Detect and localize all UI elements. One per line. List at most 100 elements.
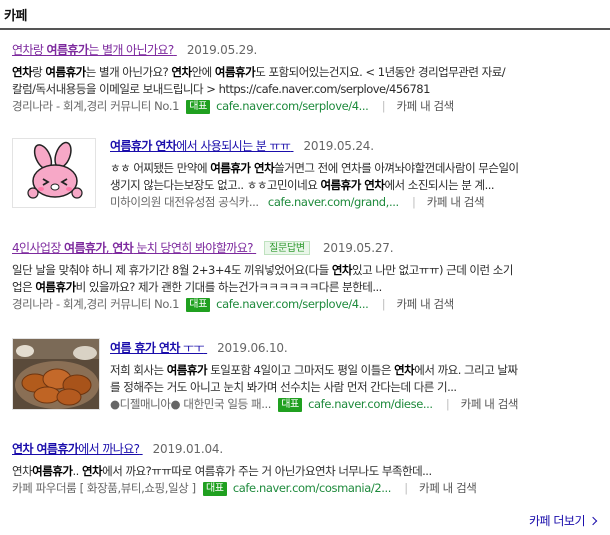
title-keyword: 여름 휴가 연차 xyxy=(110,341,180,355)
title-text: 눈치 당연히 봐야할까요? xyxy=(133,241,253,255)
result-description: 저희 회사는 여름휴가 토일포함 4일이고 그마저도 평일 이틀은 연차에서 까… xyxy=(110,362,602,379)
divider: | xyxy=(445,397,450,411)
result-date: 2019.01.04. xyxy=(152,442,224,456)
highlighted-keyword: 연차 xyxy=(81,464,103,478)
result-title-link[interactable]: 여름 휴가 연차 ㅜㅜ xyxy=(110,341,207,355)
result-title-line: 4인사업장 여름휴가, 연차 눈치 당연히 봐야할까요? 질문답변 2019.0… xyxy=(12,240,602,256)
description-line: 일단 날을 맞춰야 하니 제 휴가기간 8월 2+3+4도 끼워넣었어요(다들 … xyxy=(12,263,513,277)
in-cafe-search-link[interactable]: 카페 내 검색 xyxy=(461,397,519,411)
description-text: 비 있을까요? 제가 괜한 기대를 하는건가ㅋㅋㅋㅋㅋㅋ다른 분한테... xyxy=(75,280,383,294)
title-text: 연차랑 xyxy=(12,43,47,57)
featured-badge: 대표 xyxy=(202,482,227,496)
more-cafe-link[interactable]: 카페 더보기 xyxy=(529,512,598,529)
cafe-name[interactable]: ●디젤매니아● 대한민국 일등 패... xyxy=(110,397,271,411)
cafe-name[interactable]: 경리나라 - 회계,경리 커뮤니티 No.1 xyxy=(12,99,179,113)
result-title-line: 연차랑 여름휴가는 별개 아닌가요? 2019.05.29. xyxy=(12,42,602,58)
cafe-url[interactable]: cafe.naver.com/grand,... xyxy=(268,195,399,209)
description-text: 연차 xyxy=(12,464,33,478)
title-keyword: 여름휴가 xyxy=(46,43,89,57)
divider: | xyxy=(381,99,386,113)
description-text: 랑 xyxy=(32,65,46,79)
description-text: 에서 소진되시는 분 계... xyxy=(384,178,495,192)
highlighted-keyword: 연차 xyxy=(171,65,192,79)
fried-chicken-thumbnail[interactable] xyxy=(12,338,100,410)
cafe-url[interactable]: cafe.naver.com/serplove/4... xyxy=(216,99,369,113)
highlighted-keyword: 연차 xyxy=(12,65,33,79)
divider: | xyxy=(411,195,416,209)
result-date: 2019.05.24. xyxy=(303,139,374,153)
chevron-right-icon xyxy=(588,516,598,526)
title-text: 에서 사용되시는 분 ㅠㅠ xyxy=(176,139,291,153)
highlighted-keyword: 여름휴가 xyxy=(166,363,208,377)
divider: | xyxy=(381,297,386,311)
cafe-url[interactable]: cafe.naver.com/diese... xyxy=(308,397,433,411)
highlighted-keyword: 여름휴가 연차 xyxy=(320,178,385,192)
highlighted-keyword: 여름휴가 xyxy=(32,464,73,478)
highlighted-keyword: 여름휴가 xyxy=(45,65,86,79)
result-title-link[interactable]: 연차 여름휴가에서 까나요? xyxy=(12,442,143,456)
qa-badge: 질문답변 xyxy=(264,241,310,255)
featured-badge: 대표 xyxy=(186,100,210,114)
result-description: 칼럼/독서내용등을 이메일로 보내드립니다 > https://cafe.nav… xyxy=(12,81,602,98)
result-body: 여름휴가 연차에서 사용되시는 분 ㅠㅠ 2019.05.24. ㅎㅎ 어찌됐든… xyxy=(110,138,602,211)
result-description: 연차랑 여름휴가는 별개 아닌가요? 연차안에 여름휴가도 포함되어있는건지요.… xyxy=(12,64,602,81)
description-text: 일단 날을 맞춰야 하니 제 휴가기간 8월 2+3+4도 끼워넣었어요(다들 xyxy=(12,263,332,277)
section-header: 카페 xyxy=(0,0,610,30)
description-line: 연차랑 여름휴가는 별개 아닌가요? 연차안에 여름휴가도 포함되어있는건지요.… xyxy=(12,65,506,79)
in-cafe-search-link[interactable]: 카페 내 검색 xyxy=(396,297,454,311)
highlighted-keyword: 연차 xyxy=(394,363,415,377)
result-date: 2019.05.27. xyxy=(322,241,394,255)
description-text: 생기지 않는다는보장도 없고.. ㅎㅎ고민이네요 xyxy=(110,178,321,192)
description-text: 토일포함 4일이고 그마저도 평일 이틀은 xyxy=(207,363,395,377)
result-description: 연차여름휴가.. 연차에서 까요?ㅠㅠ따로 여름휴가 주는 거 아닌가요연차 너… xyxy=(12,463,602,480)
search-result: 여름휴가 연차에서 사용되시는 분 ㅠㅠ 2019.05.24. ㅎㅎ 어찌됐든… xyxy=(12,138,602,218)
description-line: 업은 여름휴가비 있을까요? 제가 괜한 기대를 하는건가ㅋㅋㅋㅋㅋㅋ다른 분한… xyxy=(12,280,382,294)
cafe-url[interactable]: cafe.naver.com/cosmania/2... xyxy=(233,481,392,495)
result-description: 생기지 않는다는보장도 없고.. ㅎㅎ고민이네요 여름휴가 연차에서 소진되시는… xyxy=(110,177,602,194)
description-text: 있고 나만 없고ㅠㅠ) 근데 이런 소기 xyxy=(352,263,513,277)
description-text: 에서 까요?ㅠㅠ따로 여름휴가 주는 거 아닌가요연차 너무나도 부족한데... xyxy=(102,464,432,478)
bunny-icon xyxy=(13,139,95,207)
cafe-name[interactable]: 카페 파우더룸 [ 화장품,뷰티,쇼핑,일상 ] xyxy=(12,481,196,495)
highlighted-keyword: 연차 xyxy=(331,263,353,277)
description-line: 를 정해주는 거도 아니고 눈치 봐가며 선수치는 사람 먼저 간다는데 다른 … xyxy=(110,380,457,394)
result-meta: ●디젤매니아● 대한민국 일등 패... 대표 cafe.naver.com/d… xyxy=(110,396,602,413)
in-cafe-search-link[interactable]: 카페 내 검색 xyxy=(396,99,454,113)
title-keyword: 여름휴가 연차 xyxy=(110,139,177,153)
search-result: 연차 여름휴가에서 까나요? 2019.01.04. 연차여름휴가.. 연차에서… xyxy=(12,441,602,501)
highlighted-keyword: 여름휴가 xyxy=(35,280,76,294)
title-keyword: 연차 xyxy=(112,241,134,255)
result-title-link[interactable]: 연차랑 여름휴가는 별개 아닌가요? xyxy=(12,43,177,57)
result-title-line: 여름휴가 연차에서 사용되시는 분 ㅠㅠ 2019.05.24. xyxy=(110,138,602,154)
result-description: 업은 여름휴가비 있을까요? 제가 괜한 기대를 하는건가ㅋㅋㅋㅋㅋㅋ다른 분한… xyxy=(12,279,602,296)
description-line: 생기지 않는다는보장도 없고.. ㅎㅎ고민이네요 여름휴가 연차에서 소진되시는… xyxy=(110,178,495,192)
cafe-url[interactable]: cafe.naver.com/serplove/4... xyxy=(216,297,369,311)
title-keyword: 연차 여름휴가 xyxy=(12,442,79,456)
title-text: ㅜㅜ xyxy=(179,341,205,355)
bunny-sticker-thumbnail[interactable] xyxy=(12,138,96,208)
description-line: 칼럼/독서내용등을 이메일로 보내드립니다 > https://cafe.nav… xyxy=(12,82,430,96)
description-text: ㅎㅎ 어찌됐든 만약에 xyxy=(110,161,211,175)
in-cafe-search-link[interactable]: 카페 내 검색 xyxy=(427,195,485,209)
section-title: 카페 xyxy=(4,9,27,24)
result-description: 를 정해주는 거도 아니고 눈치 봐가며 선수치는 사람 먼저 간다는데 다른 … xyxy=(110,379,602,396)
description-line: ㅎㅎ 어찌됐든 만약에 여름휴가 연차쓸거면그 전에 연차를 아껴놔야할껀데사람… xyxy=(110,161,519,175)
title-text: 는 별개 아닌가요? xyxy=(88,43,174,57)
result-title-link[interactable]: 4인사업장 여름휴가, 연차 눈치 당연히 봐야할까요? xyxy=(12,241,256,255)
description-line: 연차여름휴가.. 연차에서 까요?ㅠㅠ따로 여름휴가 주는 거 아닌가요연차 너… xyxy=(12,464,432,478)
in-cafe-search-link[interactable]: 카페 내 검색 xyxy=(419,481,477,495)
highlighted-keyword: 여름휴가 연차 xyxy=(210,161,275,175)
fried-chicken-icon xyxy=(13,339,99,409)
result-title-link[interactable]: 여름휴가 연차에서 사용되시는 분 ㅠㅠ xyxy=(110,139,293,153)
featured-badge: 대표 xyxy=(278,398,302,412)
featured-badge: 대표 xyxy=(186,298,210,312)
result-title-line: 연차 여름휴가에서 까나요? 2019.01.04. xyxy=(12,441,602,457)
title-text: 에서 까나요? xyxy=(78,442,140,456)
cafe-name[interactable]: 경리나라 - 회계,경리 커뮤니티 No.1 xyxy=(12,297,179,311)
result-meta: 경리나라 - 회계,경리 커뮤니티 No.1 대표 cafe.naver.com… xyxy=(12,98,602,115)
description-line: 저희 회사는 여름휴가 토일포함 4일이고 그마저도 평일 이틀은 연차에서 까… xyxy=(110,363,518,377)
description-text: 안에 xyxy=(191,65,215,79)
cafe-name[interactable]: 미하이의원 대전유성점 공식카... xyxy=(110,195,259,209)
result-meta: 경리나라 - 회계,경리 커뮤니티 No.1 대표 cafe.naver.com… xyxy=(12,296,602,313)
search-result: 연차랑 여름휴가는 별개 아닌가요? 2019.05.29. 연차랑 여름휴가는… xyxy=(12,42,602,120)
